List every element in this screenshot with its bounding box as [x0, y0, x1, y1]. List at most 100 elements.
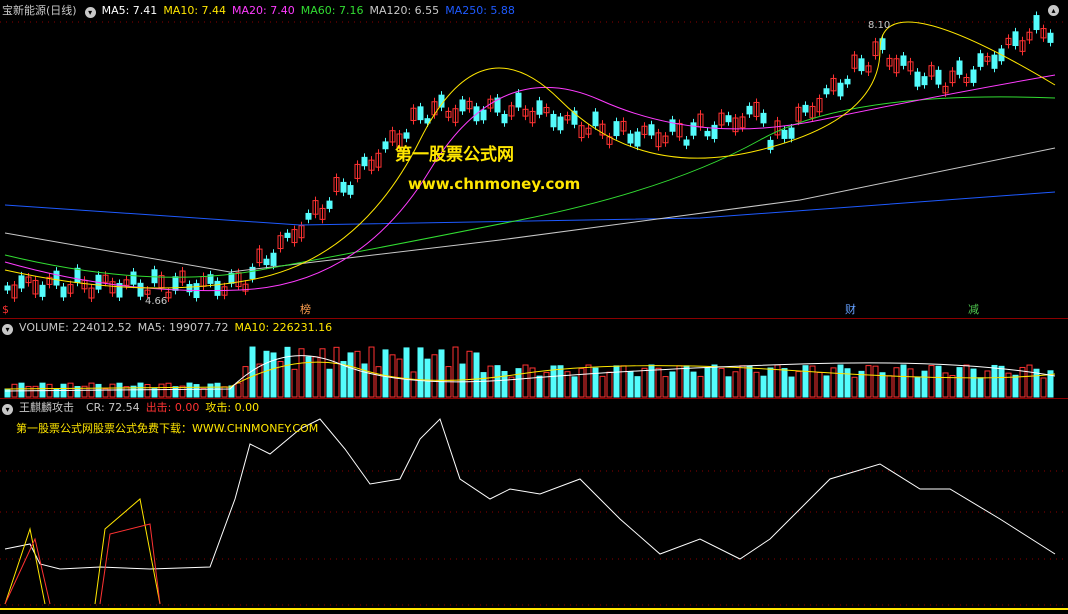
volume-bar — [186, 382, 193, 398]
attack-value: 攻击: 0.00 — [205, 401, 260, 414]
volume-bar — [4, 388, 11, 398]
volume-bar — [669, 371, 676, 398]
volume-bar — [515, 368, 522, 398]
candlestick-chart[interactable] — [0, 0, 1068, 320]
volume-bar — [613, 365, 620, 398]
price-pane[interactable]: 宝新能源(日线) ▾ MA5: 7.41 MA10: 7.44 MA20: 7.40 MA… — [0, 0, 1068, 320]
candle-body — [802, 104, 809, 113]
volume-bar — [606, 371, 613, 398]
volume-bar — [326, 368, 333, 398]
volume-bar — [543, 371, 550, 398]
volume-bar — [221, 386, 228, 398]
volume-bar — [403, 347, 410, 398]
volume-bar — [144, 383, 151, 398]
volume-bar — [760, 375, 767, 398]
indicator-name: 王麒麟攻击 — [19, 401, 74, 414]
ma60-value: MA60: 7.16 — [300, 4, 364, 17]
cr-value: CR: 72.54 — [86, 401, 140, 414]
volume-bar — [872, 365, 879, 398]
volume-bar — [718, 367, 725, 398]
event-tag-list[interactable]: 榜 — [298, 303, 313, 317]
candle-body — [1033, 15, 1040, 31]
volume-bar — [676, 365, 683, 398]
volume-bar — [998, 365, 1005, 398]
candle-body — [711, 124, 718, 139]
ma120-value: MA120: 6.55 — [369, 4, 440, 17]
volume-bar — [809, 365, 816, 398]
indicator-menu-icon[interactable]: ▾ — [84, 7, 96, 18]
stock-title: 宝新能源(日线) — [2, 4, 77, 17]
volume-bar — [697, 375, 704, 398]
volume-bar — [830, 367, 837, 398]
volume-bar — [627, 371, 634, 398]
candle-body — [956, 60, 963, 75]
candle-body — [746, 105, 753, 115]
candle-body — [900, 55, 907, 66]
indicator-pane-menu-icon[interactable]: ▾ — [2, 404, 13, 415]
volume-bar — [242, 366, 249, 398]
volume-bar — [921, 370, 928, 398]
volume-bar — [900, 364, 907, 398]
volume-bar — [473, 352, 480, 398]
volume-bar — [886, 375, 893, 398]
volume-bar — [361, 363, 368, 398]
volume-bar — [795, 371, 802, 398]
volume-bar — [935, 365, 942, 398]
candle-body — [592, 111, 599, 127]
volume-bar — [634, 376, 641, 398]
watermark-cn: 第一股票公式网 — [395, 145, 514, 165]
volume-bar — [235, 382, 242, 398]
candle-body — [914, 71, 921, 87]
candle-body — [536, 100, 543, 115]
volume-bar — [165, 382, 172, 398]
expand-icon[interactable]: ▴ — [1048, 5, 1059, 16]
ma120-line — [4, 147, 1056, 273]
volume-bar — [956, 367, 963, 398]
volume-bar — [284, 346, 291, 398]
candle-body — [137, 282, 144, 297]
volume-ma5: MA5: 199077.72 — [137, 321, 229, 334]
candle-body — [837, 82, 844, 97]
candle-body — [669, 119, 676, 132]
volume-bar — [1040, 377, 1047, 398]
volume-bar — [522, 364, 529, 398]
volume-bar — [914, 377, 921, 398]
volume-bar — [655, 367, 662, 398]
volume-bar — [494, 365, 501, 398]
ma10-line — [4, 21, 1056, 289]
volume-bar — [452, 346, 459, 398]
volume-bar — [1012, 374, 1019, 398]
volume-menu-icon[interactable]: ▾ — [2, 324, 13, 335]
candle-body — [858, 58, 865, 72]
candle-body — [151, 269, 158, 284]
volume-bar — [585, 364, 592, 398]
candle-body — [921, 76, 928, 86]
volume-bar — [739, 365, 746, 398]
event-tag-dollar[interactable]: $ — [0, 303, 11, 317]
out-value: 出击: 0.00 — [145, 401, 200, 414]
volume-bar — [1019, 366, 1026, 398]
volume-bar — [865, 365, 872, 398]
candle-body — [557, 116, 564, 131]
volume-bar — [851, 376, 858, 398]
candle-body — [263, 258, 270, 266]
volume-bar — [501, 370, 508, 398]
volume-bar — [214, 382, 221, 398]
candle-body — [515, 92, 522, 108]
candle-body — [1047, 32, 1054, 43]
volume-bar — [382, 349, 389, 398]
event-tag-finance[interactable]: 财 — [843, 303, 858, 317]
candle-body — [438, 94, 445, 108]
candle-body — [991, 54, 998, 69]
candle-body — [417, 106, 424, 121]
volume-bar — [592, 367, 599, 398]
volume-bar — [333, 346, 340, 398]
candle-body — [340, 181, 347, 193]
ma5-value: MA5: 7.41 — [101, 4, 158, 17]
candle-body — [704, 130, 711, 137]
event-tag-reduce[interactable]: 减 — [966, 303, 981, 317]
candle-body — [823, 88, 830, 95]
out-line — [4, 523, 161, 605]
volume-pane[interactable]: ▾ VOLUME: 224012.52 MA5: 199077.72 MA10: 22… — [0, 319, 1068, 399]
volume-bar — [466, 350, 473, 398]
